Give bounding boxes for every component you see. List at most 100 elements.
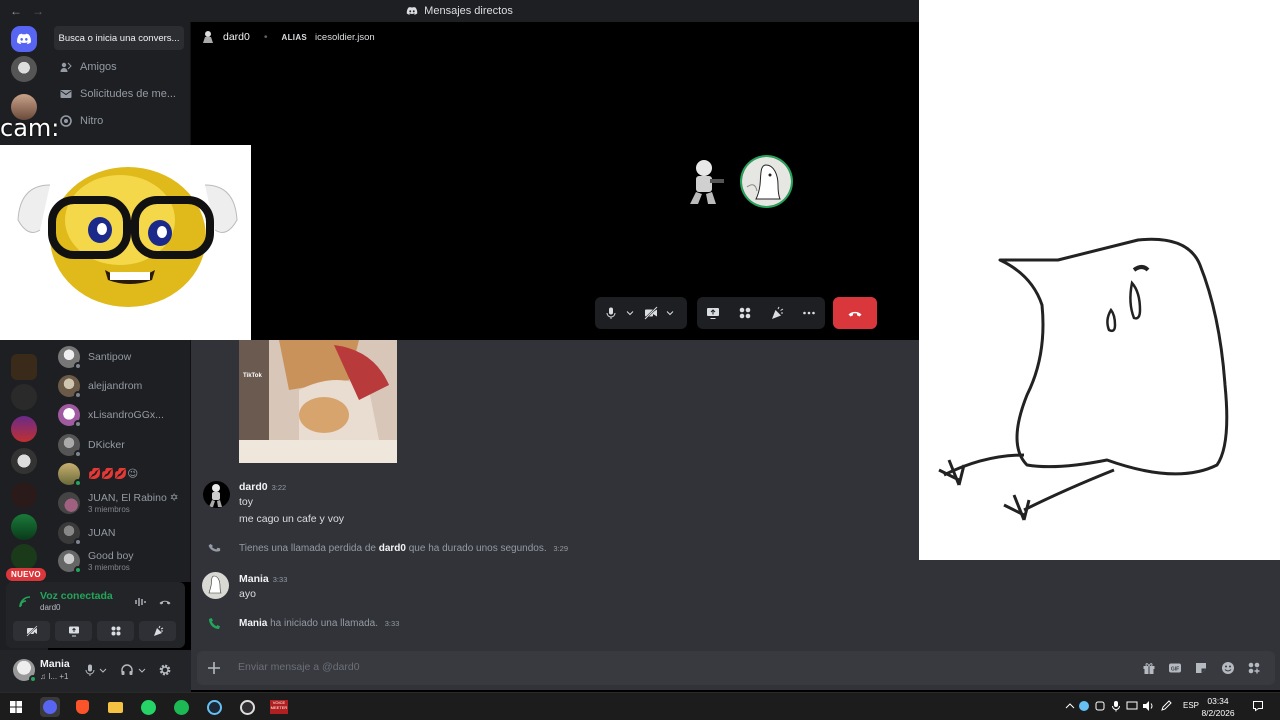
participant-avatar[interactable] — [678, 155, 731, 208]
nav-message-requests[interactable]: Solicitudes de me... — [48, 81, 190, 107]
display-tray-icon[interactable] — [1126, 700, 1138, 712]
taskbar-discord[interactable] — [40, 697, 60, 717]
screen-share-icon[interactable] — [706, 306, 720, 320]
search-input[interactable]: Busca o inicia una convers... — [54, 26, 184, 50]
server-icon[interactable] — [11, 448, 37, 474]
taskbar-steam[interactable] — [204, 697, 224, 717]
message-author[interactable]: dard0 3:22 — [239, 481, 286, 493]
emoji-icon[interactable] — [1221, 661, 1235, 675]
system-text: Tienes una llamada perdida de — [239, 543, 376, 554]
plus-icon[interactable] — [207, 661, 221, 675]
clock[interactable]: 03:34 8/2/2026 — [1196, 695, 1240, 719]
app-tray-icon[interactable] — [1094, 700, 1106, 712]
activities-button[interactable] — [97, 621, 134, 641]
call-header: dard0 • ALIAS icesoldier.json — [201, 30, 375, 44]
sticker-icon[interactable] — [1194, 661, 1208, 675]
more-options-icon[interactable] — [802, 306, 816, 320]
chevron-down-icon[interactable] — [626, 309, 634, 317]
gif-attachment[interactable] — [239, 340, 397, 463]
nav-nitro[interactable]: Nitro — [48, 108, 190, 134]
mic-control-group — [595, 297, 687, 329]
noise-suppression-icon[interactable] — [134, 595, 148, 609]
pen-icon[interactable] — [1160, 700, 1172, 712]
soundboard-icon[interactable] — [770, 306, 784, 320]
user-status: ♫ I... +1 — [40, 672, 69, 681]
taskbar-brave[interactable] — [72, 697, 92, 717]
message-input[interactable]: Enviar mensaje a @dard0 — [238, 661, 360, 673]
back-arrow-icon[interactable]: ← — [10, 4, 22, 18]
dm-name: alejjandrom — [88, 379, 143, 392]
home-button[interactable] — [11, 26, 37, 52]
server-icon[interactable] — [11, 482, 37, 508]
disconnect-icon[interactable] — [158, 595, 172, 609]
signal-icon[interactable] — [18, 595, 32, 609]
message-input-bar: Enviar mensaje a @dard0 GIF — [197, 651, 1275, 685]
microphone-icon[interactable] — [83, 663, 97, 677]
taskbar-whatsapp[interactable] — [138, 697, 158, 717]
chevron-up-icon[interactable] — [1064, 700, 1076, 712]
gear-icon[interactable] — [158, 663, 172, 677]
volume-icon[interactable] — [1142, 700, 1154, 712]
headphones-icon[interactable] — [120, 663, 134, 677]
avatar — [58, 346, 82, 370]
member-count: 3 miembros — [88, 504, 130, 514]
server-icon[interactable] — [11, 544, 37, 570]
dm-item[interactable]: xLisandroGGx... — [58, 404, 164, 428]
system-user[interactable]: Mania — [239, 618, 267, 629]
apps-icon[interactable] — [1247, 661, 1261, 675]
gift-icon[interactable] — [1142, 661, 1156, 675]
avatar[interactable] — [202, 572, 229, 599]
avatar[interactable] — [13, 659, 37, 683]
taskbar-voicemeeter[interactable]: VOICE MEETER — [268, 697, 290, 717]
voice-channel-user[interactable]: dard0 — [40, 603, 60, 612]
dm-item[interactable]: alejjandrom — [58, 375, 143, 399]
microphone-icon[interactable] — [604, 306, 618, 320]
notification-icon[interactable] — [1252, 700, 1264, 712]
dm-item[interactable]: JUAN — [58, 522, 115, 546]
server-icon[interactable] — [11, 514, 37, 540]
nav-label: Amigos — [80, 61, 117, 73]
microphone-tray-icon[interactable] — [1110, 700, 1122, 712]
server-icon[interactable] — [11, 384, 37, 410]
avatar — [58, 375, 82, 399]
server-icon[interactable] — [11, 416, 37, 442]
gif-icon[interactable]: GIF — [1168, 661, 1182, 675]
chevron-down-icon[interactable] — [138, 663, 146, 677]
dm-item[interactable]: DKicker — [58, 434, 125, 458]
chevron-down-icon[interactable] — [99, 663, 107, 677]
nav-friends[interactable]: Amigos — [48, 54, 190, 80]
activities-icon[interactable] — [738, 306, 752, 320]
user-name[interactable]: Mania — [40, 658, 70, 670]
phone-hangup-icon — [848, 311, 862, 317]
windows-start-button[interactable] — [6, 697, 26, 717]
participant-avatar[interactable] — [740, 155, 793, 208]
steam-tray-icon[interactable] — [1078, 700, 1090, 712]
camera-off-button[interactable] — [13, 621, 50, 641]
screen-share-button[interactable] — [55, 621, 92, 641]
system-user[interactable]: dard0 — [379, 543, 406, 554]
camera-off-icon[interactable] — [644, 306, 658, 320]
discord-icon — [17, 33, 31, 45]
camera-off-icon — [25, 625, 38, 637]
folder-icon — [107, 701, 123, 713]
dm-item[interactable]: Santipow — [58, 346, 132, 370]
dm-group-item[interactable]: JUAN, El Rabino ✡ 3 miembros — [58, 492, 179, 514]
dm-item[interactable]: 💋💋💋😉 — [58, 463, 138, 487]
taskbar-spotify[interactable] — [171, 697, 191, 717]
soundboard-button[interactable] — [139, 621, 176, 641]
taskbar-file-explorer[interactable] — [105, 697, 125, 717]
chevron-down-icon[interactable] — [666, 309, 674, 317]
message-text: toy — [239, 496, 254, 508]
forward-arrow-icon[interactable]: → — [32, 4, 44, 18]
message-author[interactable]: Mania 3:33 — [239, 573, 287, 585]
dm-name: Santipow — [88, 350, 132, 363]
server-icon[interactable] — [11, 56, 37, 82]
avatar[interactable] — [203, 481, 230, 508]
server-icon[interactable] — [11, 354, 37, 380]
end-call-button[interactable] — [833, 297, 877, 329]
voice-status[interactable]: Voz conectada — [40, 590, 113, 602]
dm-group-item[interactable]: Good boy 3 miembros — [58, 550, 134, 574]
author-name: dard0 — [239, 481, 268, 493]
taskbar-obs[interactable] — [237, 697, 257, 717]
window-title-text: Mensajes directos — [424, 5, 513, 17]
